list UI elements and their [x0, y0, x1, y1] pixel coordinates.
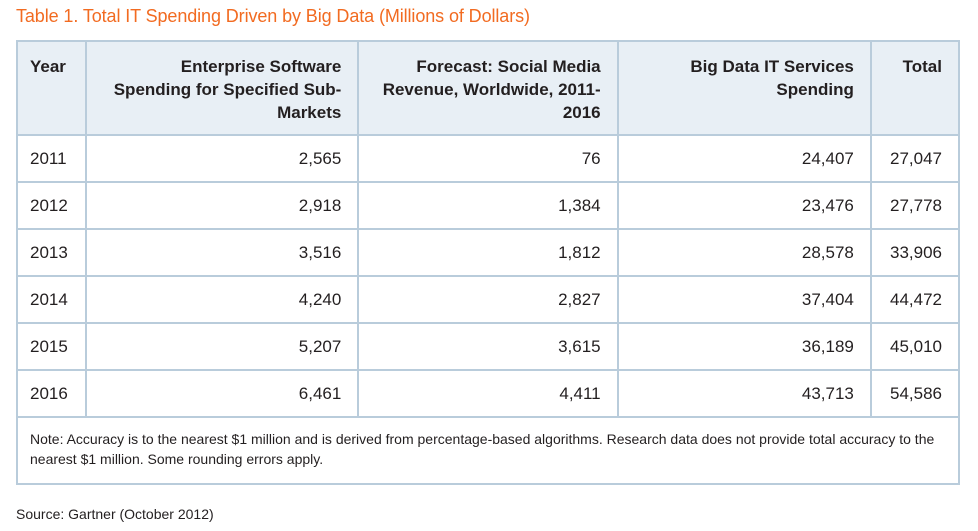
cell-social-media: 2,827: [357, 275, 619, 324]
cell-big-data-services: 43,713: [616, 369, 872, 418]
header-year: Year: [16, 40, 87, 136]
cell-year: 2016: [16, 369, 87, 418]
cell-big-data-services: 28,578: [616, 228, 872, 277]
cell-big-data-services: 24,407: [616, 134, 872, 183]
header-row: Year Enterprise Software Spending for Sp…: [16, 40, 961, 136]
note-row: Note: Accuracy is to the nearest $1 mill…: [16, 416, 960, 485]
cell-total: 33,906: [869, 228, 961, 277]
header-total: Total: [869, 40, 961, 136]
cell-social-media: 1,384: [357, 181, 619, 230]
cell-enterprise-software: 4,240: [84, 275, 360, 324]
cell-social-media: 3,615: [357, 322, 619, 371]
header-big-data-services: Big Data IT Services Spending: [616, 40, 872, 136]
table-row: 2016 6,461 4,411 43,713 54,586: [16, 369, 961, 418]
table-row: 2015 5,207 3,615 36,189 45,010: [16, 322, 961, 371]
cell-enterprise-software: 2,918: [84, 181, 360, 230]
cell-social-media: 4,411: [357, 369, 619, 418]
cell-social-media: 1,812: [357, 228, 619, 277]
cell-year: 2015: [16, 322, 87, 371]
table-row: 2013 3,516 1,812 28,578 33,906: [16, 228, 961, 277]
cell-enterprise-software: 2,565: [84, 134, 360, 183]
cell-enterprise-software: 3,516: [84, 228, 360, 277]
cell-social-media: 76: [357, 134, 619, 183]
cell-total: 54,586: [869, 369, 961, 418]
source-citation: Source: Gartner (October 2012): [16, 506, 214, 522]
table-note: Note: Accuracy is to the nearest $1 mill…: [16, 416, 960, 485]
table-row: 2012 2,918 1,384 23,476 27,778: [16, 181, 961, 230]
table-title: Table 1. Total IT Spending Driven by Big…: [16, 6, 530, 26]
table-row: 2011 2,565 76 24,407 27,047: [16, 134, 961, 183]
cell-total: 27,778: [869, 181, 961, 230]
cell-year: 2011: [16, 134, 87, 183]
cell-enterprise-software: 6,461: [84, 369, 360, 418]
cell-total: 44,472: [869, 275, 961, 324]
cell-total: 45,010: [869, 322, 961, 371]
cell-big-data-services: 23,476: [616, 181, 872, 230]
cell-total: 27,047: [869, 134, 961, 183]
header-social-media: Forecast: Social Media Revenue, Worldwid…: [357, 40, 619, 136]
spending-table: Year Enterprise Software Spending for Sp…: [16, 40, 961, 485]
header-enterprise-software: Enterprise Software Spending for Specifi…: [84, 40, 360, 136]
cell-year: 2014: [16, 275, 87, 324]
cell-big-data-services: 37,404: [616, 275, 872, 324]
cell-enterprise-software: 5,207: [84, 322, 360, 371]
cell-year: 2012: [16, 181, 87, 230]
cell-year: 2013: [16, 228, 87, 277]
cell-big-data-services: 36,189: [616, 322, 872, 371]
table-row: 2014 4,240 2,827 37,404 44,472: [16, 275, 961, 324]
